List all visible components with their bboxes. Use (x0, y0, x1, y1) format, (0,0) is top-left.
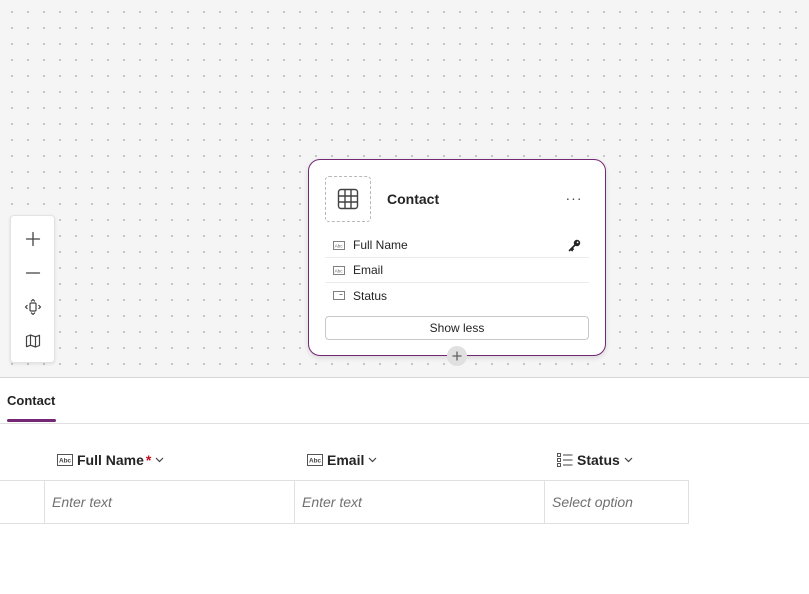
more-icon: ··· (565, 190, 583, 206)
card-field-email[interactable]: Abc Email (325, 258, 589, 283)
card-field-full-name[interactable]: Abc Full Name (325, 233, 589, 258)
cell-status[interactable] (544, 481, 688, 523)
column-header-label: Full Name (77, 452, 144, 468)
svg-text:Abc: Abc (309, 458, 322, 465)
column-header-email[interactable]: Abc Email (307, 451, 377, 469)
card-field-label: Status (353, 288, 388, 303)
add-relationship-button[interactable] (447, 346, 467, 366)
minimap-button[interactable] (16, 324, 50, 358)
card-field-status[interactable]: Status (325, 283, 589, 308)
fit-view-icon (24, 298, 41, 316)
map-icon (25, 334, 40, 348)
table-tab-bar: Contact (0, 379, 809, 424)
tab-contact[interactable]: Contact (7, 393, 55, 408)
column-header-label: Email (327, 452, 365, 468)
text-field-icon: Abc (325, 240, 353, 250)
chevron-down-icon (624, 457, 633, 463)
text-field-icon: Abc (307, 454, 323, 466)
chevron-down-icon (155, 457, 164, 463)
fit-view-button[interactable] (16, 290, 50, 324)
column-header-full-name[interactable]: Abc Full Name * (57, 451, 164, 469)
card-field-list: Abc Full Name Abc Email Status (325, 233, 589, 308)
card-field-label: Email (353, 263, 384, 277)
status-select[interactable] (552, 494, 688, 510)
zoom-in-button[interactable] (16, 222, 50, 256)
svg-text:Abc: Abc (335, 243, 344, 248)
more-options-button[interactable]: ··· (563, 188, 585, 208)
table-icon (325, 176, 371, 222)
minus-icon (25, 272, 40, 274)
card-title: Contact (387, 191, 440, 207)
required-indicator: * (145, 452, 152, 468)
cell-email[interactable] (294, 481, 545, 523)
cell-full-name[interactable] (44, 481, 295, 523)
entity-card-contact[interactable]: Contact ··· Abc Full Name Abc Email Stat… (308, 159, 606, 356)
choice-list-icon (557, 453, 573, 467)
plus-icon (25, 231, 40, 247)
key-icon (568, 239, 581, 257)
text-field-icon: Abc (57, 454, 73, 466)
svg-text:Abc: Abc (59, 458, 72, 465)
card-field-label: Full Name (353, 238, 408, 252)
diagram-canvas[interactable]: Contact ··· Abc Full Name Abc Email Stat… (0, 0, 809, 378)
column-header-status[interactable]: Status (557, 451, 633, 469)
zoom-out-button[interactable] (16, 256, 50, 290)
email-input[interactable] (302, 494, 545, 510)
choice-field-icon (325, 291, 353, 300)
column-header-label: Status (577, 452, 620, 468)
svg-text:Abc: Abc (335, 268, 344, 273)
zoom-toolbar (10, 215, 55, 363)
show-less-button[interactable]: Show less (325, 316, 589, 340)
chevron-down-icon (368, 457, 377, 463)
plus-icon (452, 351, 462, 361)
text-field-icon: Abc (325, 265, 353, 275)
full-name-input[interactable] (52, 494, 295, 510)
active-tab-indicator (7, 419, 56, 422)
table-row (0, 480, 689, 524)
